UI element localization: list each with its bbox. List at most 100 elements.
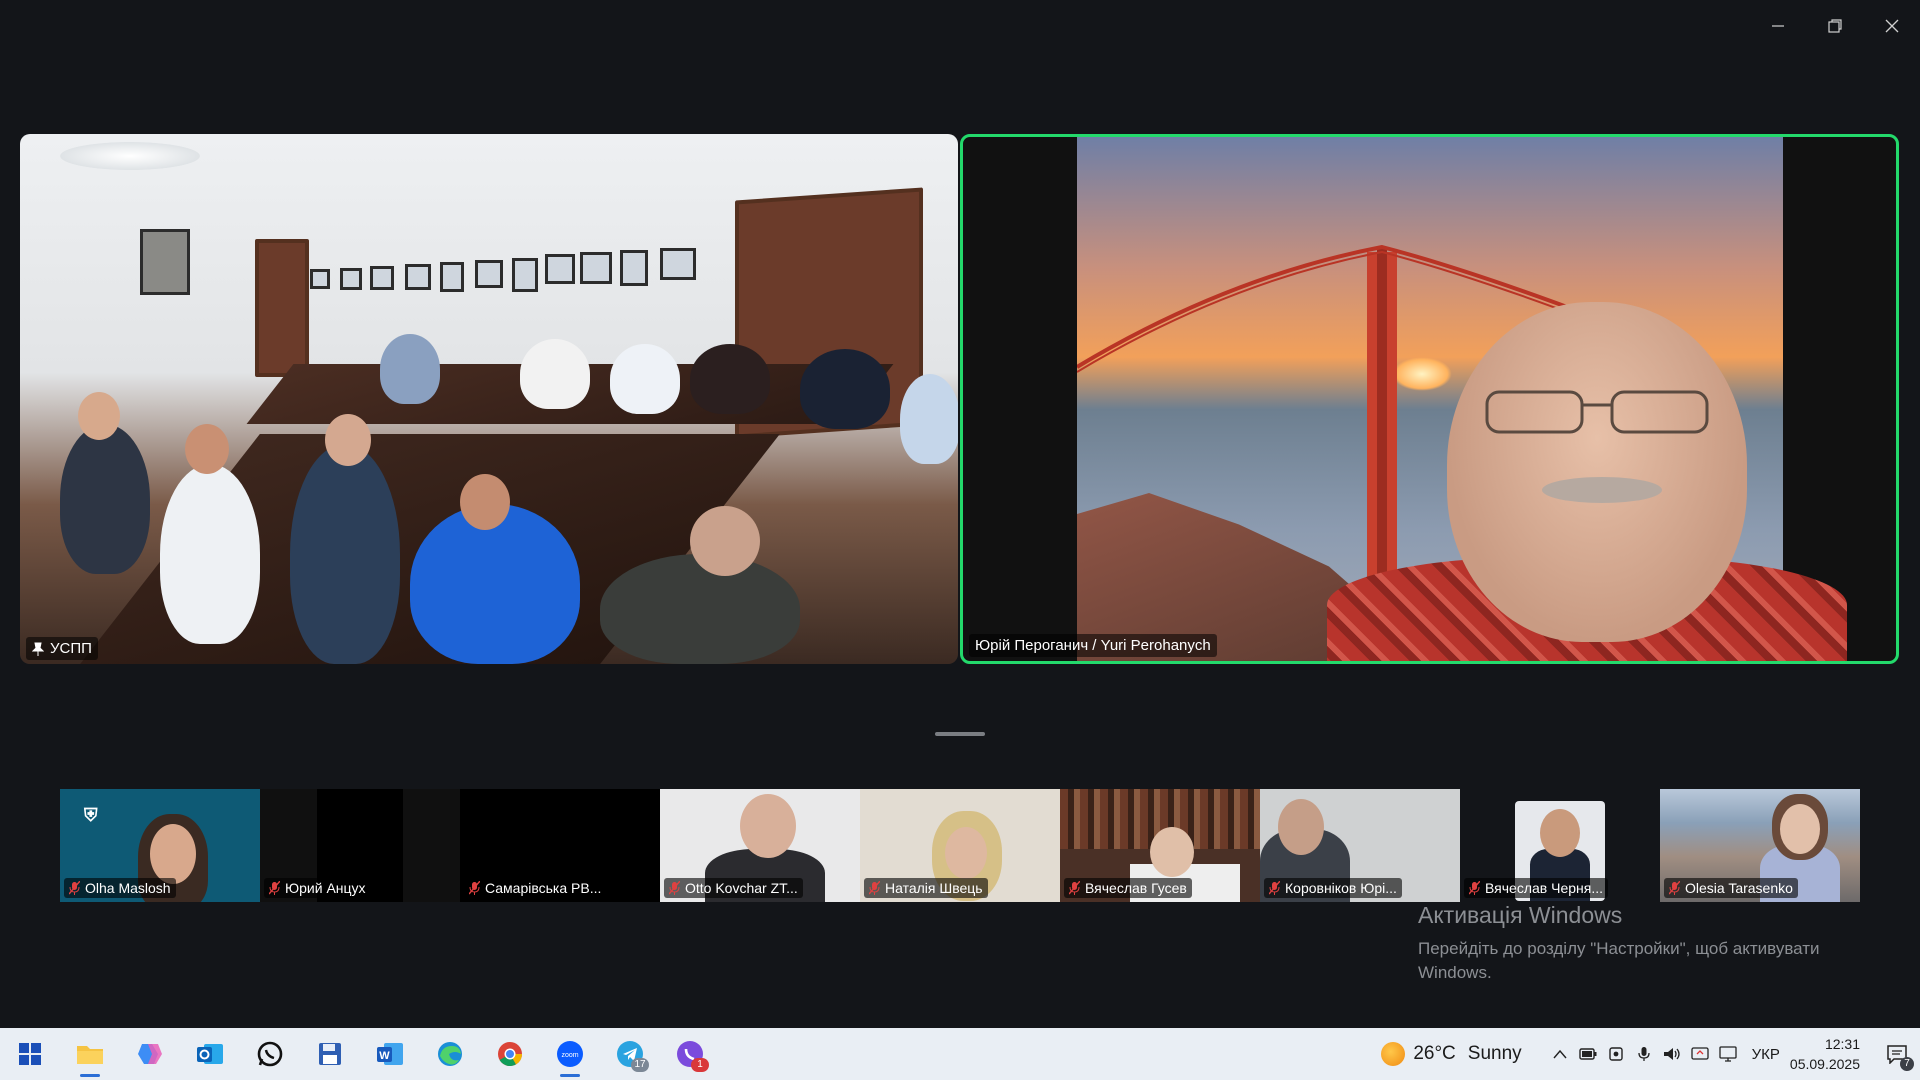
notification-center-button[interactable]: 7 [1874, 1028, 1920, 1080]
telegram-badge: 17 [631, 1058, 649, 1072]
start-button[interactable] [0, 1028, 60, 1080]
taskbar-chrome[interactable] [480, 1028, 540, 1080]
taskbar-edge[interactable] [420, 1028, 480, 1080]
battery-button[interactable] [1574, 1028, 1602, 1080]
notification-count: 7 [1900, 1057, 1914, 1071]
speaker-volume-icon [1663, 1048, 1680, 1060]
close-button[interactable] [1863, 0, 1920, 52]
chrome-icon [498, 1042, 522, 1067]
speaker-video-feed [1077, 137, 1847, 661]
participant-thumbnail[interactable]: Otto Kovchar ZT... [660, 789, 860, 902]
minimize-icon [1771, 25, 1784, 27]
resize-handle[interactable] [935, 732, 985, 736]
muted-mic-icon [1669, 881, 1680, 895]
taskbar-viber[interactable]: 1 [660, 1028, 720, 1080]
system-tray: 26°C Sunny УКР 12:31 05.09.2025 7 [1381, 1028, 1920, 1080]
muted-mic-icon [669, 881, 680, 895]
battery-icon [1578, 1048, 1597, 1060]
taskbar-file-explorer[interactable] [60, 1028, 120, 1080]
svg-text:zoom: zoom [561, 1052, 578, 1059]
clock-date: 05.09.2025 [1789, 1056, 1860, 1072]
folder-icon [77, 1046, 103, 1064]
muted-mic-icon [269, 881, 280, 895]
microphone-button[interactable] [1630, 1028, 1658, 1080]
camera-in-use-icon [1608, 1047, 1623, 1061]
participant-thumbnail[interactable]: Самарівська РВ... [460, 789, 660, 902]
weather-temperature: 26°C [1413, 1043, 1456, 1064]
participant-name: Вячеслав Черня... [1485, 880, 1604, 896]
show-hidden-icons-button[interactable] [1546, 1028, 1574, 1080]
participant-thumbnail[interactable]: Olesia Tarasenko [1660, 789, 1860, 902]
taskbar: W zoom 17 1 26°C Sunny УКР 12:31 05.09.2… [0, 1028, 1920, 1080]
taskbar-outlook[interactable] [180, 1028, 240, 1080]
muted-mic-icon [869, 881, 880, 895]
participant-name: Вячеслав Гусев [1085, 880, 1187, 896]
svg-text:W: W [379, 1050, 390, 1062]
network-button[interactable] [1714, 1028, 1742, 1080]
viber-badge: 1 [691, 1058, 709, 1072]
clock-time: 12:31 [1824, 1036, 1860, 1052]
taskbar-copilot[interactable] [120, 1028, 180, 1080]
chevron-up-icon [1553, 1049, 1567, 1059]
taskbar-telegram[interactable]: 17 [600, 1028, 660, 1080]
microphone-icon [1637, 1047, 1650, 1061]
restore-icon [1827, 19, 1842, 33]
activation-title: Активація Windows [1418, 902, 1623, 928]
participant-thumbnails: ⛨ Olha Maslosh Юрий Анцух Самарівська РВ… [60, 789, 1860, 902]
word-icon: W [377, 1043, 403, 1065]
sunny-weather-icon [1381, 1042, 1406, 1066]
pin-icon [32, 642, 44, 656]
video-tile-room[interactable]: УСПП [20, 134, 958, 664]
participant-thumbnail[interactable]: Коровніков Юрі... [1260, 789, 1460, 902]
room-video-feed [20, 134, 958, 664]
restore-button[interactable] [1806, 0, 1863, 52]
close-icon [1885, 19, 1898, 33]
zoom-icon: zoom [557, 1041, 583, 1067]
participant-thumbnail[interactable]: ⛨ Olha Maslosh [60, 789, 260, 902]
screen-share-button[interactable] [1686, 1028, 1714, 1080]
speaker-name: Юрій Пероганич / Yuri Perohanych [975, 637, 1211, 654]
participant-name: Otto Kovchar ZT... [685, 880, 798, 896]
participant-thumbnail[interactable]: Наталія Швець [860, 789, 1060, 902]
outlook-icon [197, 1044, 223, 1064]
windows-start-icon [19, 1043, 41, 1065]
participant-name: Самарівська РВ... [485, 880, 602, 896]
camera-button[interactable] [1602, 1028, 1630, 1080]
muted-mic-icon [69, 881, 80, 895]
window-controls [1749, 0, 1920, 52]
participant-name: Olesia Tarasenko [1685, 880, 1793, 896]
windows-activation-watermark: Активація Windows Перейдіть до розділу "… [1418, 902, 1858, 985]
copilot-icon [138, 1044, 162, 1064]
organization-logo-icon: ⛨ [84, 805, 98, 825]
taskbar-word[interactable]: W [360, 1028, 420, 1080]
taskbar-zoom[interactable]: zoom [540, 1028, 600, 1080]
participant-thumbnail[interactable]: Юрий Анцух [260, 789, 460, 902]
screen-capture-icon [1690, 1047, 1709, 1060]
input-language[interactable]: УКР [1752, 1046, 1780, 1063]
participant-thumbnail[interactable]: Вячеслав Гусев [1060, 789, 1260, 902]
volume-button[interactable] [1658, 1028, 1686, 1080]
floppy-disk-icon [319, 1043, 341, 1065]
weather-widget[interactable]: 26°C Sunny [1381, 1042, 1522, 1066]
room-name: УСПП [50, 640, 92, 657]
room-name-tag: УСПП [26, 637, 98, 660]
participant-thumbnail[interactable]: Вячеслав Черня... [1460, 789, 1660, 902]
muted-mic-icon [1469, 881, 1480, 895]
edge-icon [438, 1042, 462, 1066]
speaker-name-tag: Юрій Пероганич / Yuri Perohanych [969, 634, 1217, 657]
participant-name: Юрий Анцух [285, 880, 366, 896]
participant-name: Наталія Швець [885, 880, 983, 896]
taskbar-save-app[interactable] [300, 1028, 360, 1080]
network-monitor-icon [1718, 1046, 1737, 1062]
activation-message: Перейдіть до розділу "Настройки", щоб ак… [1418, 939, 1820, 982]
video-tile-active-speaker[interactable]: Юрій Пероганич / Yuri Perohanych [960, 134, 1899, 664]
weather-condition: Sunny [1467, 1043, 1522, 1064]
minimize-button[interactable] [1749, 0, 1806, 52]
whatsapp-icon [257, 1041, 283, 1067]
muted-mic-icon [1069, 881, 1080, 895]
taskbar-whatsapp[interactable] [240, 1028, 300, 1080]
muted-mic-icon [1269, 881, 1280, 895]
clock[interactable]: 12:31 05.09.2025 [1790, 1034, 1860, 1074]
participant-name: Olha Maslosh [85, 880, 171, 896]
participant-name: Коровніков Юрі... [1285, 880, 1397, 896]
